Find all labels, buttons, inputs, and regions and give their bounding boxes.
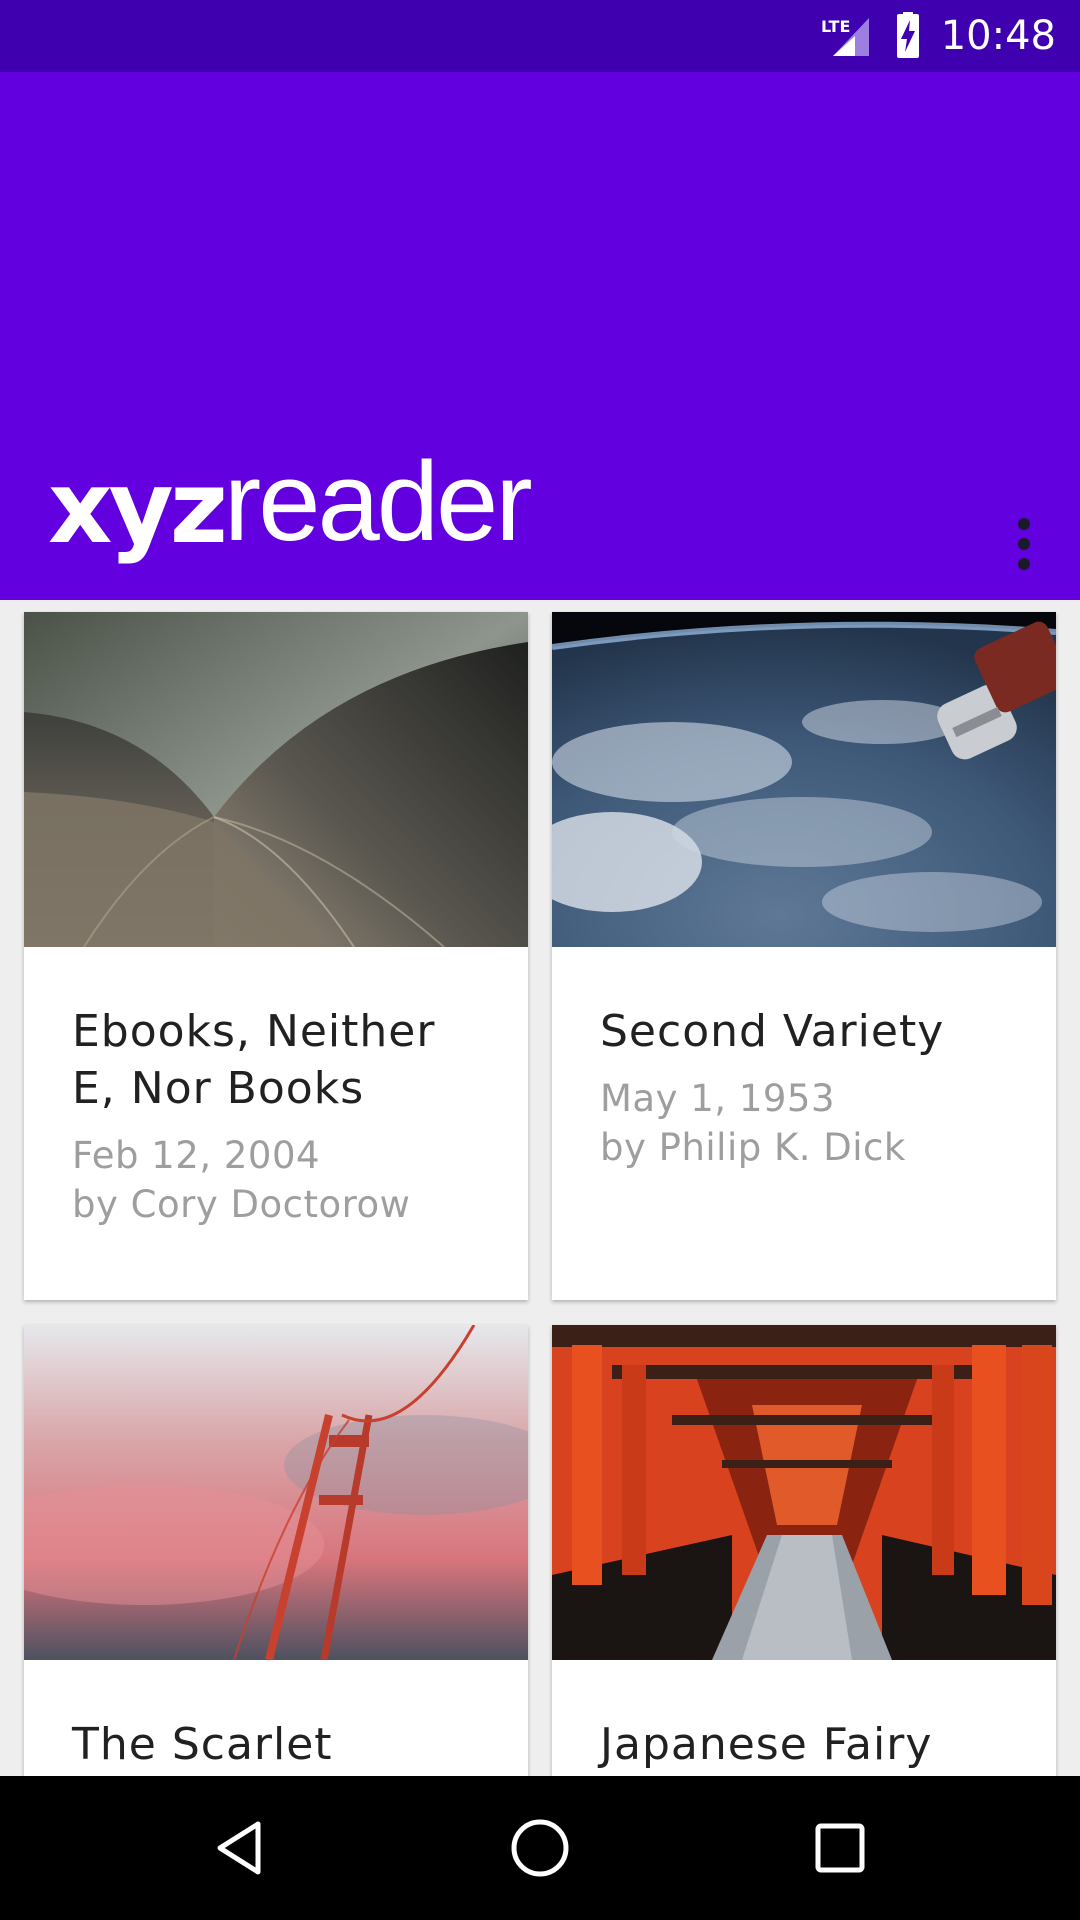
- battery-charging-icon: [896, 12, 919, 58]
- recents-square-icon: [815, 1823, 865, 1873]
- card-meta: Second Variety May 1, 1953 by Philip K. …: [552, 947, 1056, 1212]
- earth-space-station-image: [552, 612, 1056, 947]
- svg-text:LTE: LTE: [821, 17, 850, 36]
- title-line: Ebooks, Neither: [72, 1006, 436, 1057]
- back-triangle-icon: [217, 1821, 261, 1875]
- overflow-menu-icon[interactable]: [996, 486, 1052, 602]
- article-card[interactable]: Japanese Fairy: [552, 1325, 1056, 1776]
- app-bar: xyz reader: [0, 72, 1080, 600]
- status-icons: LTE 10:48: [819, 0, 1056, 72]
- logo-xyz: xyz: [48, 449, 228, 566]
- opera-house-roof-image: [24, 612, 528, 947]
- title-line: The Scarlet: [72, 1719, 333, 1770]
- article-card[interactable]: Second Variety May 1, 1953 by Philip K. …: [552, 612, 1056, 1300]
- article-title: Second Variety: [600, 1003, 1008, 1060]
- article-date: Feb 12, 2004: [72, 1134, 321, 1177]
- torii-gates-image: [552, 1325, 1056, 1660]
- article-title: The Scarlet: [72, 1716, 480, 1773]
- status-bar: LTE 10:48: [0, 0, 1080, 72]
- card-meta: The Scarlet: [24, 1660, 528, 1776]
- logo-reader: reader: [223, 439, 533, 564]
- navigation-bar: [0, 1776, 1080, 1920]
- status-time: 10:48: [940, 13, 1056, 59]
- recents-button[interactable]: [760, 1776, 920, 1920]
- menu-dot: [1018, 518, 1030, 530]
- card-meta: Japanese Fairy: [552, 1660, 1056, 1776]
- title-line: Japanese Fairy: [600, 1719, 933, 1770]
- article-grid: Ebooks, Neither E, Nor Books Feb 12, 200…: [0, 600, 1080, 1776]
- title-line: Second Variety: [600, 1006, 945, 1057]
- article-card[interactable]: The Scarlet: [24, 1325, 528, 1776]
- card-meta: Ebooks, Neither E, Nor Books Feb 12, 200…: [24, 947, 528, 1269]
- article-author: by Cory Doctorow: [72, 1183, 411, 1226]
- article-date: May 1, 1953: [600, 1077, 835, 1120]
- foggy-bridge-image: [24, 1325, 528, 1660]
- title-line: E, Nor Books: [72, 1063, 365, 1114]
- menu-dot: [1018, 538, 1030, 550]
- back-button[interactable]: [160, 1776, 320, 1920]
- article-title: Ebooks, Neither E, Nor Books: [72, 1003, 480, 1117]
- menu-dot: [1018, 558, 1030, 570]
- article-title: Japanese Fairy: [600, 1716, 1008, 1773]
- home-circle-icon: [511, 1819, 569, 1877]
- app-logo: xyz reader: [48, 439, 533, 566]
- article-card[interactable]: Ebooks, Neither E, Nor Books Feb 12, 200…: [24, 612, 528, 1300]
- article-author: by Philip K. Dick: [600, 1126, 906, 1169]
- home-button[interactable]: [460, 1776, 620, 1920]
- lte-signal-icon: LTE: [821, 17, 869, 56]
